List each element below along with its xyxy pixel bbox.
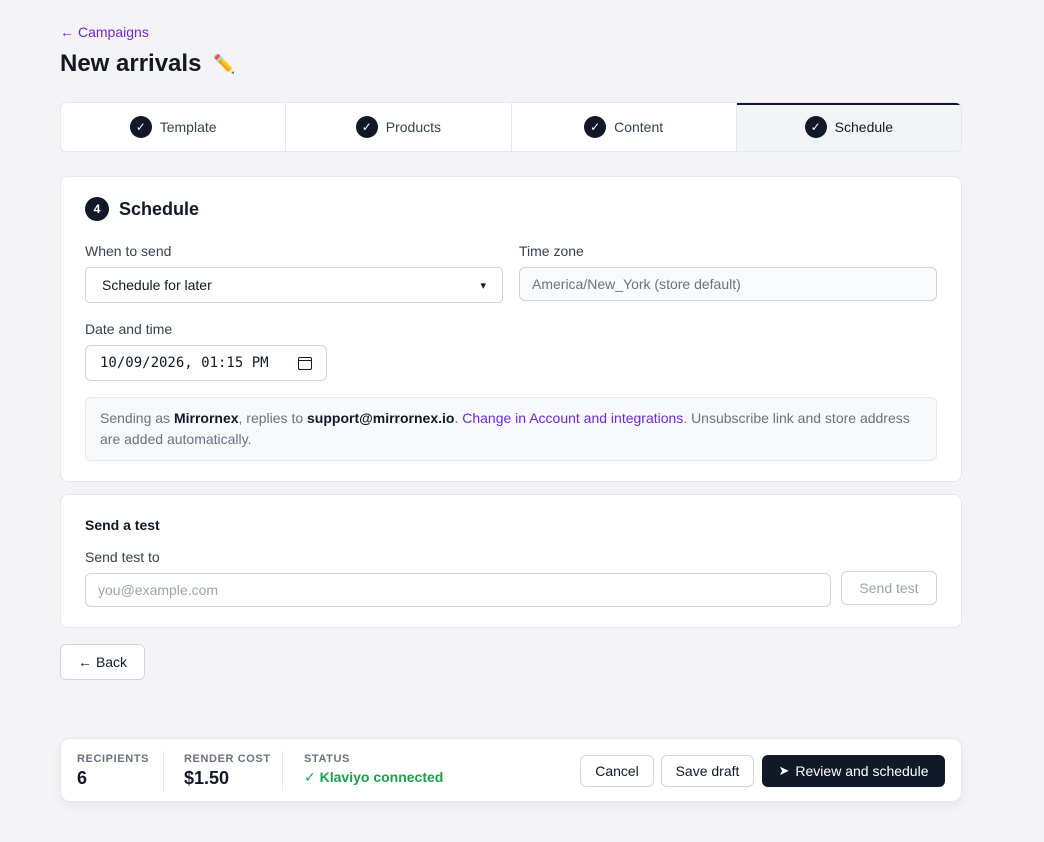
send-icon: ➤ [778, 763, 790, 778]
reply-email: support@mirrornex.io [307, 410, 455, 426]
timezone-field: America/New_York (store default) [519, 267, 937, 301]
breadcrumb-campaigns[interactable]: ← Campaigns [60, 24, 149, 40]
check-icon: ✓ [304, 769, 320, 785]
render-cost-value: $1.50 [184, 768, 230, 788]
render-cost-stat: RENDER COST $1.50 [184, 753, 271, 789]
divider [163, 751, 164, 791]
back-label: Back [95, 654, 128, 670]
footer-bar: RECIPIENTS 6 RENDER COST $1.50 STATUS ✓ … [60, 738, 962, 802]
recipients-stat: RECIPIENTS 6 [77, 753, 149, 789]
when-label: When to send [85, 243, 172, 259]
arrow-left-icon: ← [60, 24, 74, 40]
step-products[interactable]: ✓ Products [286, 103, 512, 151]
recipients-label: RECIPIENTS [77, 753, 150, 765]
timezone-value: America/New_York (store default) [532, 276, 741, 292]
schedule-heading: 4 Schedule [85, 197, 199, 221]
back-button[interactable]: ← Back [60, 644, 145, 680]
pencil-icon[interactable]: ✏️ [213, 54, 235, 75]
send-test-card: Send a test Send test to you@example.com… [60, 494, 962, 628]
date-label: Date and time [85, 321, 173, 337]
breadcrumb-label: Campaigns [78, 24, 149, 40]
send-test-input[interactable]: you@example.com [85, 573, 831, 607]
save-draft-button[interactable]: Save draft [661, 755, 754, 787]
step-content[interactable]: ✓ Content [512, 103, 737, 151]
page-title: New arrivals [60, 50, 202, 77]
sender-name: Mirrornex [173, 410, 239, 426]
check-icon: ✓ [804, 116, 827, 138]
status-value: ✓ Klaviyo connected [304, 769, 443, 786]
check-icon: ✓ [584, 116, 607, 138]
step-label: Schedule [834, 119, 894, 135]
step-label: Content [614, 119, 664, 135]
status-label: STATUS [304, 753, 350, 765]
account-integrations-link[interactable]: Change in Account and integrations [462, 410, 683, 426]
cancel-button[interactable]: Cancel [580, 755, 654, 787]
send-test-button[interactable]: Send test [841, 571, 937, 605]
send-test-placeholder: you@example.com [98, 582, 219, 598]
step-label: Template [159, 119, 217, 135]
chevron-down-icon: ▾ [480, 279, 486, 292]
arrow-left-icon: ← [77, 654, 92, 670]
check-icon: ✓ [355, 116, 378, 138]
when-value: Schedule for later [102, 277, 212, 293]
review-label: Review and schedule [795, 763, 929, 779]
step-number-badge: 4 [85, 197, 109, 221]
schedule-card: 4 Schedule When to send Schedule for lat… [60, 176, 962, 482]
review-schedule-button[interactable]: ➤ Review and schedule [762, 755, 945, 787]
step-template[interactable]: ✓ Template [61, 103, 287, 151]
notice-text: , replies to [238, 410, 308, 426]
step-schedule[interactable]: ✓ Schedule [736, 103, 961, 151]
stepper: ✓ Template ✓ Products ✓ Content ✓ Schedu… [60, 102, 962, 152]
schedule-title: Schedule [119, 198, 200, 219]
check-icon: ✓ [129, 116, 152, 138]
datetime-input[interactable]: 10/09/2026, 01:15 PM [85, 345, 327, 381]
send-test-title: Send a test [85, 517, 160, 533]
when-to-send-select[interactable]: Schedule for later ▾ [85, 267, 503, 303]
title-row: New arrivals ✏️ [60, 50, 236, 78]
notice-text: Sending as [100, 410, 174, 426]
recipients-value: 6 [77, 768, 88, 788]
step-label: Products [385, 119, 441, 135]
send-test-label: Send test to [85, 549, 160, 565]
timezone-label: Time zone [519, 243, 584, 259]
datetime-value: 10/09/2026, 01:15 PM [100, 355, 269, 371]
divider [282, 751, 283, 791]
render-cost-label: RENDER COST [184, 753, 271, 765]
calendar-icon[interactable] [298, 356, 312, 370]
status-stat: STATUS ✓ Klaviyo connected [304, 753, 443, 786]
sender-notice: Sending as Mirrornex, replies to support… [85, 397, 937, 461]
status-text: Klaviyo connected [319, 769, 444, 785]
